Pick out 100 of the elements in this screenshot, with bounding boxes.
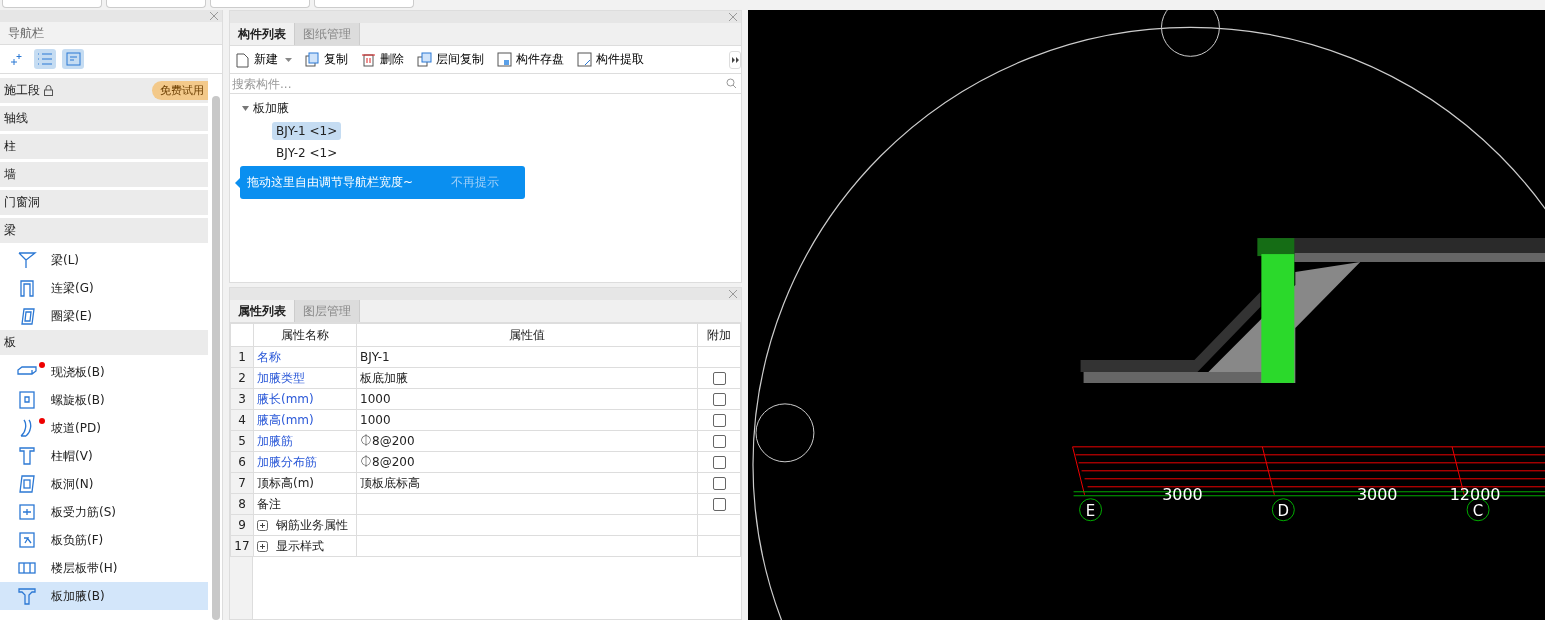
toolbar-button[interactable]: 构件存盘	[496, 51, 564, 68]
nav-group[interactable]: 梁	[0, 218, 208, 243]
item-label: 板洞(N)	[51, 475, 94, 493]
toolbar-icon	[576, 51, 593, 68]
item-label: 连梁(G)	[51, 279, 94, 297]
top-field[interactable]	[314, 0, 414, 8]
item-label: 楼层板带(H)	[51, 559, 118, 577]
top-field[interactable]	[2, 0, 102, 8]
property-value[interactable]: 顶板底标高	[356, 472, 698, 494]
property-value[interactable]: 1000	[356, 409, 698, 431]
nav-group[interactable]: 门窗洞	[0, 190, 208, 215]
nav-group[interactable]: 墙	[0, 162, 208, 187]
component-icon	[17, 474, 37, 494]
column-header: 附加	[697, 323, 741, 347]
row-number: 6	[230, 451, 254, 473]
checkbox[interactable]	[712, 477, 726, 490]
plus-icon	[11, 53, 23, 65]
dropdown-caret-icon	[285, 57, 292, 62]
property-value[interactable]: ⏀8@200	[356, 451, 698, 473]
toolbar-button[interactable]: 新建	[234, 51, 292, 68]
row-number: 3	[230, 388, 254, 410]
item-label: 板受力筋(S)	[51, 503, 116, 521]
toolbar-button[interactable]: 删除	[360, 51, 404, 68]
group-label: 施工段	[4, 82, 40, 99]
component-icon	[17, 586, 37, 606]
component-icon	[17, 250, 37, 270]
item-label: 现浇板(B)	[51, 363, 105, 381]
property-value[interactable]: 1000	[356, 388, 698, 410]
expand-icon[interactable]	[257, 540, 268, 552]
group-label: 板	[4, 334, 16, 351]
row-number: 1	[230, 346, 254, 368]
item-label: 板加腋(B)	[51, 587, 105, 605]
row-number: 17	[230, 535, 254, 557]
nav-group[interactable]: 柱	[0, 134, 208, 159]
top-field[interactable]	[106, 0, 206, 8]
row-number: 2	[230, 367, 254, 389]
dimension-label: 3000	[1162, 484, 1203, 504]
checkbox[interactable]	[712, 414, 726, 427]
row-number: 5	[230, 430, 254, 452]
row-number: 9	[230, 514, 254, 536]
top-field[interactable]	[210, 0, 310, 8]
checkbox[interactable]	[712, 498, 726, 511]
item-label: 圈梁(E)	[51, 307, 92, 325]
group-label: 门窗洞	[4, 194, 40, 211]
component-icon	[17, 502, 37, 522]
toolbar-icon	[496, 51, 513, 68]
property-value[interactable]: ⏀8@200	[356, 430, 698, 452]
item-label: 梁(L)	[51, 251, 80, 269]
property-value[interactable]: BJY-1	[356, 346, 698, 368]
checkbox[interactable]	[712, 393, 726, 406]
nav-group[interactable]: 施工段 免费试用	[0, 78, 208, 103]
close-icon[interactable]	[210, 12, 218, 20]
group-label: 轴线	[4, 110, 28, 127]
toolbar-button[interactable]: 构件提取	[576, 51, 644, 68]
expand-caret-icon[interactable]	[242, 104, 249, 112]
nav-group[interactable]: 板	[0, 330, 208, 355]
component-icon	[17, 530, 37, 550]
group-label: 柱	[4, 138, 16, 155]
toolbar-icon	[416, 51, 433, 68]
free-trial-badge[interactable]: 免费试用	[152, 81, 208, 100]
hint-text: 拖动这里自由调节导航栏宽度~	[247, 174, 414, 191]
row-number: 7	[230, 472, 254, 494]
tree-item[interactable]: BJY-2 <1>	[272, 144, 342, 162]
close-icon[interactable]	[729, 290, 737, 298]
toolbar-button[interactable]: 复制	[304, 51, 348, 68]
axis-label: C	[1472, 501, 1484, 520]
checkbox[interactable]	[712, 456, 726, 469]
cad-viewport[interactable]: 3000 3000 12000 E D C	[748, 10, 1545, 620]
scrollbar[interactable]	[212, 96, 220, 620]
component-icon	[17, 446, 37, 466]
nav-item[interactable]: 板加腋(B)	[0, 582, 208, 610]
group-label: 梁	[4, 222, 16, 239]
item-label: 板负筋(F)	[51, 531, 104, 549]
panel-title: 导航栏	[0, 22, 222, 45]
more-button[interactable]	[729, 50, 741, 69]
item-label: 螺旋板(B)	[51, 391, 105, 409]
expand-icon[interactable]	[257, 519, 268, 531]
search-icon	[726, 78, 737, 89]
toolbar-icon	[234, 51, 251, 68]
checkbox[interactable]	[712, 435, 726, 448]
dimension-label: 3000	[1356, 484, 1398, 504]
axis-label: D	[1277, 501, 1290, 520]
axis-label: E	[1085, 501, 1096, 520]
tree-item[interactable]: BJY-1 <1>	[272, 122, 342, 140]
close-icon[interactable]	[729, 13, 737, 21]
group-label: 墙	[4, 166, 16, 183]
row-number: 8	[230, 493, 254, 515]
nav-group[interactable]: 轴线	[0, 106, 208, 131]
checkbox[interactable]	[712, 372, 726, 385]
column-header: 属性名称	[253, 323, 357, 347]
toolbar-button[interactable]: 层间复制	[416, 51, 484, 68]
item-label: 坡道(PD)	[51, 419, 101, 437]
double-arrow-icon	[731, 56, 739, 63]
row-number: 4	[230, 409, 254, 431]
tree-node[interactable]: 板加腋	[253, 99, 289, 117]
component-icon	[17, 390, 37, 410]
toolbar-icon	[304, 51, 321, 68]
property-value[interactable]: 板底加腋	[356, 367, 698, 389]
dimension-label: 12000	[1449, 484, 1501, 504]
component-icon	[17, 278, 37, 298]
